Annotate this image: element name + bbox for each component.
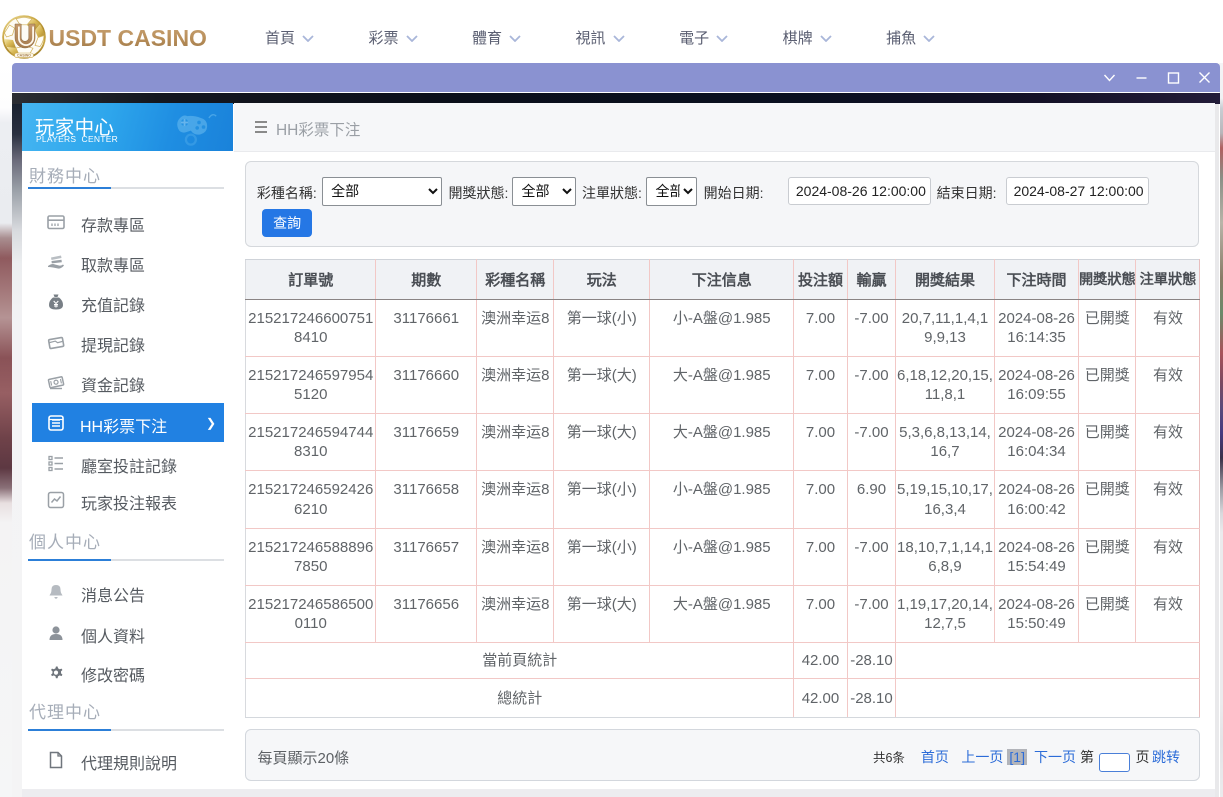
svg-text:CASINO: CASINO [17,54,31,58]
